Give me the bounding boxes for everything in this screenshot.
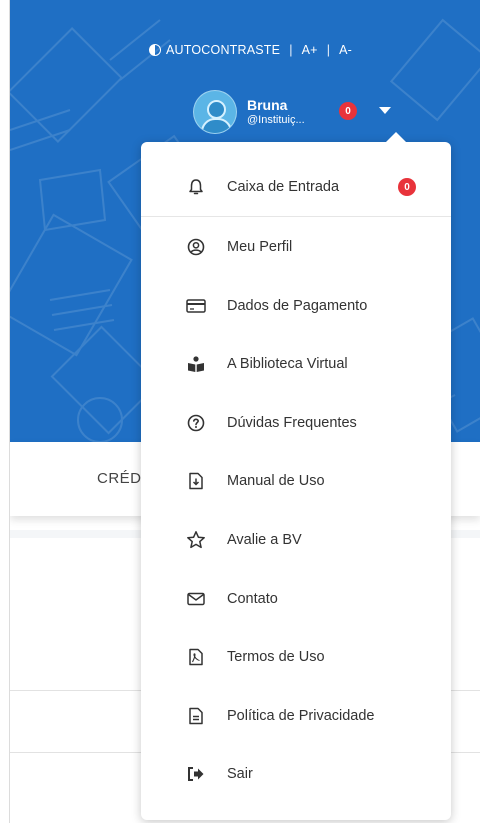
sign-out-icon — [185, 763, 207, 785]
menu-item-virtual-library[interactable]: A Biblioteca Virtual — [141, 335, 451, 393]
page-left-edge — [0, 0, 10, 823]
separator: | — [326, 43, 331, 57]
user-circle-icon — [185, 236, 207, 258]
separator: | — [289, 43, 293, 57]
menu-item-label: Dados de Pagamento — [227, 298, 368, 314]
menu-item-rate[interactable]: Avalie a BV — [141, 511, 451, 569]
menu-item-terms[interactable]: Termos de Uso — [141, 628, 451, 686]
menu-item-privacy[interactable]: Política de Privacidade — [141, 687, 451, 745]
menu-item-profile[interactable]: Meu Perfil — [141, 218, 451, 276]
contrast-icon[interactable] — [149, 44, 161, 56]
bell-icon — [185, 176, 207, 198]
autocontrast-button[interactable]: AUTOCONTRASTE — [166, 43, 280, 57]
file-download-icon — [185, 470, 207, 492]
avatar[interactable] — [193, 90, 237, 134]
font-decrease-button[interactable]: A- — [339, 43, 352, 57]
menu-item-inbox[interactable]: Caixa de Entrada 0 — [141, 158, 451, 217]
user-handle: @Instituiç... — [247, 114, 305, 126]
menu-item-label: A Biblioteca Virtual — [227, 356, 348, 372]
menu-item-label: Avalie a BV — [227, 532, 302, 548]
avatar-head-shape — [207, 100, 226, 119]
menu-item-faq[interactable]: Dúvidas Frequentes — [141, 394, 451, 452]
font-increase-button[interactable]: A+ — [302, 43, 318, 57]
dropdown-pointer — [386, 132, 406, 142]
menu-item-label: Dúvidas Frequentes — [227, 415, 357, 431]
envelope-icon — [185, 588, 207, 610]
file-pdf-icon — [185, 646, 207, 668]
user-dropdown-menu: Caixa de Entrada 0 Meu Perfil Dados de P… — [141, 142, 451, 820]
star-icon — [185, 529, 207, 551]
menu-item-label: Contato — [227, 591, 278, 607]
inbox-count-badge: 0 — [398, 178, 416, 196]
tab-credits[interactable]: CRÉD — [97, 470, 142, 487]
notification-badge[interactable]: 0 — [339, 102, 357, 120]
menu-item-label: Política de Privacidade — [227, 708, 375, 724]
menu-item-manual[interactable]: Manual de Uso — [141, 452, 451, 510]
menu-item-label: Meu Perfil — [227, 239, 293, 255]
user-info[interactable]: Bruna @Instituiç... — [247, 97, 319, 127]
menu-item-label: Caixa de Entrada — [227, 179, 340, 195]
menu-item-payment[interactable]: Dados de Pagamento — [141, 277, 451, 335]
caret-down-icon[interactable] — [379, 107, 391, 114]
credit-card-icon — [185, 295, 207, 317]
user-name: Bruna — [247, 97, 288, 113]
question-circle-icon — [185, 412, 207, 434]
menu-item-logout[interactable]: Sair — [141, 745, 451, 803]
menu-item-label: Sair — [227, 766, 253, 782]
accessibility-bar: AUTOCONTRASTE | A+ | A- — [149, 38, 352, 62]
file-text-icon — [185, 705, 207, 727]
avatar-body-shape — [201, 118, 232, 133]
menu-item-label: Termos de Uso — [227, 649, 325, 665]
menu-item-contact[interactable]: Contato — [141, 570, 451, 628]
reader-book-icon — [185, 353, 207, 375]
menu-item-label: Manual de Uso — [227, 473, 325, 489]
user-menu-toggle[interactable]: Bruna @Instituiç... — [193, 90, 319, 134]
